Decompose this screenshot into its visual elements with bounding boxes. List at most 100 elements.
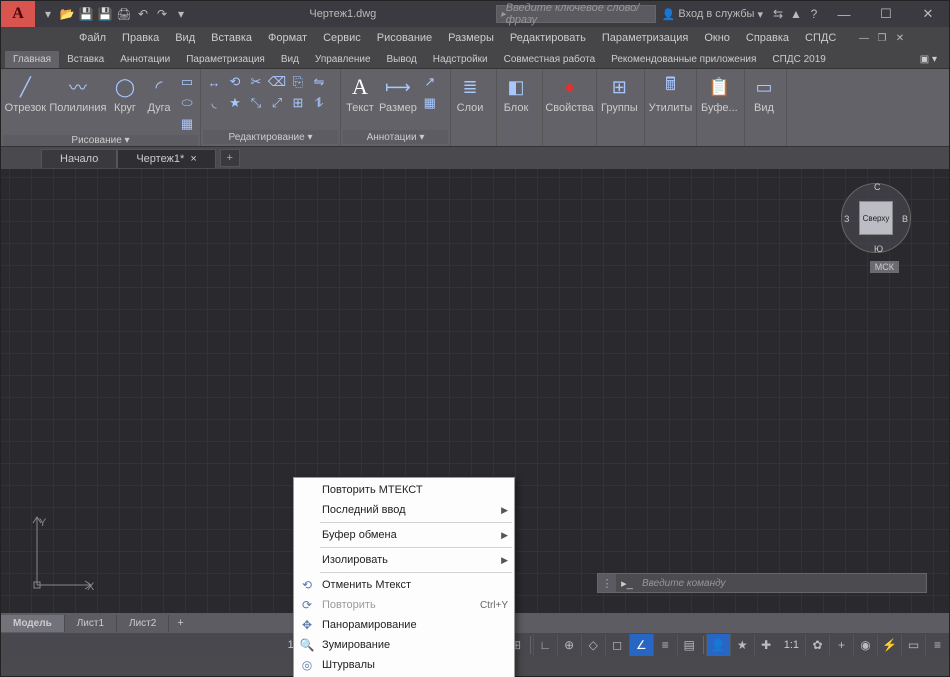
qat-new-icon[interactable]: ▾ xyxy=(39,5,57,23)
menu-tools[interactable]: Сервис xyxy=(315,29,369,47)
doc-tab-drawing1[interactable]: Чертеж1*× xyxy=(117,149,215,168)
tab-annotate[interactable]: Аннотации xyxy=(112,51,178,68)
menu-dimension[interactable]: Размеры xyxy=(440,29,502,47)
tab-manage[interactable]: Управление xyxy=(307,51,379,68)
ctx-recent-input[interactable]: Последний ввод▶ xyxy=(294,500,514,520)
clipboard-button[interactable]: 📋Буфе... xyxy=(700,72,739,115)
viewcube-north[interactable]: С xyxy=(874,182,881,192)
sheet-layout2[interactable]: Лист2 xyxy=(117,615,169,632)
ctx-pan[interactable]: ✥Панорамирование xyxy=(294,615,514,635)
move-icon[interactable]: ↔ xyxy=(204,72,224,92)
menu-window[interactable]: Окно xyxy=(696,29,738,47)
viewcube-west[interactable]: З xyxy=(844,214,849,224)
ortho-toggle[interactable]: ∟ xyxy=(533,634,557,656)
isolate-objects-icon[interactable]: ◉ xyxy=(853,634,877,656)
menu-spds[interactable]: СПДС xyxy=(797,29,844,47)
erase-icon[interactable]: ⌫ xyxy=(267,72,287,92)
doc-min-icon[interactable]: — xyxy=(855,29,873,47)
annotation-visibility-icon[interactable]: ★ xyxy=(730,634,754,656)
tab-view[interactable]: Вид xyxy=(273,51,307,68)
app-logo[interactable]: A xyxy=(1,1,35,27)
customize-icon[interactable]: ≡ xyxy=(925,634,949,656)
tab-collaborate[interactable]: Совместная работа xyxy=(496,51,604,68)
osnap-toggle[interactable]: ◻ xyxy=(605,634,629,656)
mirror-icon[interactable]: ⇋ xyxy=(309,72,329,92)
doc-tab-start[interactable]: Начало xyxy=(41,149,117,168)
panel-draw-title[interactable]: Рисование ▾ xyxy=(3,135,198,146)
tab-output[interactable]: Вывод xyxy=(379,51,425,68)
ctx-clipboard[interactable]: Буфер обмена▶ xyxy=(294,525,514,545)
doc-close-icon[interactable]: ✕ xyxy=(891,29,909,47)
annotation-scale-icon[interactable]: 👤 xyxy=(706,634,730,656)
close-button[interactable]: ✕ xyxy=(907,1,949,27)
menu-view[interactable]: Вид xyxy=(167,29,203,47)
sheet-model[interactable]: Модель xyxy=(1,615,65,632)
hatch-icon[interactable]: ▦ xyxy=(177,114,197,134)
rect-icon[interactable]: ▭ xyxy=(177,72,197,92)
trim-icon[interactable]: ✂ xyxy=(246,72,266,92)
panel-annot-title[interactable]: Аннотации ▾ xyxy=(343,130,448,144)
viewcube-top[interactable]: Сверху xyxy=(859,201,893,235)
menu-format[interactable]: Формат xyxy=(260,29,315,47)
close-icon[interactable]: × xyxy=(190,153,196,165)
tab-insert[interactable]: Вставка xyxy=(59,51,112,68)
exchange-icon[interactable]: ⇆ xyxy=(769,5,787,23)
properties-button[interactable]: ●Свойства xyxy=(546,72,593,115)
transparency-toggle[interactable]: ▤ xyxy=(677,634,701,656)
annotation-monitor-icon[interactable]: + xyxy=(829,634,853,656)
qat-open-icon[interactable]: 📂 xyxy=(58,5,76,23)
stretch-icon[interactable]: ⤡ xyxy=(246,93,266,113)
wcs-label[interactable]: МСК xyxy=(870,261,899,273)
hardware-accel-icon[interactable]: ⚡ xyxy=(877,634,901,656)
tab-addins[interactable]: Надстройки xyxy=(425,51,496,68)
panel-modify-title[interactable]: Редактирование ▾ xyxy=(203,130,338,144)
menu-insert[interactable]: Вставка xyxy=(203,29,260,47)
lineweight-toggle[interactable]: ≡ xyxy=(653,634,677,656)
polyline-button[interactable]: 〰Полилиния xyxy=(49,72,107,115)
tab-featured[interactable]: Рекомендованные приложения xyxy=(603,51,764,68)
menu-modify[interactable]: Редактировать xyxy=(502,29,594,47)
tab-spds2019[interactable]: СПДС 2019 xyxy=(764,51,833,68)
groups-button[interactable]: ⊞Группы xyxy=(600,72,639,115)
maximize-button[interactable]: ☐ xyxy=(865,1,907,27)
offset-icon[interactable]: ⥮ xyxy=(309,93,329,113)
workspace-switch-icon[interactable]: ✿ xyxy=(805,634,829,656)
viewcube[interactable]: С Ю В З Сверху xyxy=(841,183,911,253)
otrack-toggle[interactable]: ∠ xyxy=(629,634,653,656)
command-line[interactable]: ⋮ ▸_ Введите команду xyxy=(597,573,927,593)
viewcube-south[interactable]: Ю xyxy=(874,244,883,254)
fillet-icon[interactable]: ◟ xyxy=(204,93,224,113)
viewcube-east[interactable]: В xyxy=(902,214,908,224)
rotate-icon[interactable]: ⟲ xyxy=(225,72,245,92)
ctx-zoom[interactable]: 🔍Зумирование xyxy=(294,635,514,655)
line-button[interactable]: ╱Отрезок xyxy=(4,72,47,115)
utilities-button[interactable]: 🖩Утилиты xyxy=(648,72,693,115)
copy-icon[interactable]: ⎘ xyxy=(288,72,308,92)
scale-label[interactable]: 1:1 xyxy=(778,639,805,651)
menu-parametric[interactable]: Параметризация xyxy=(594,29,696,47)
annotation-autoscale-icon[interactable]: ✚ xyxy=(754,634,778,656)
qat-plot-icon[interactable]: 🖨 xyxy=(115,5,133,23)
explode-icon[interactable]: ★ xyxy=(225,93,245,113)
layers-button[interactable]: ≣Слои xyxy=(454,72,486,115)
drag-handle-icon[interactable]: ⋮ xyxy=(598,574,616,592)
block-button[interactable]: ◧Блок xyxy=(500,72,532,115)
circle-button[interactable]: ◯Круг xyxy=(109,72,141,115)
leader-icon[interactable]: ↗ xyxy=(420,72,440,92)
isodraft-toggle[interactable]: ◇ xyxy=(581,634,605,656)
command-input[interactable]: Введите команду xyxy=(638,578,926,589)
clean-screen-icon[interactable]: ▭ xyxy=(901,634,925,656)
drawing-canvas[interactable]: Y X С Ю В З Сверху МСК Повторить МТЕКСТ … xyxy=(1,169,949,613)
ctx-repeat-mtext[interactable]: Повторить МТЕКСТ xyxy=(294,480,514,500)
scale-icon[interactable]: ⤢ xyxy=(267,93,287,113)
ctx-steering-wheels[interactable]: ◎Штурвалы xyxy=(294,655,514,675)
login-button[interactable]: 👤 Вход в службы ▾ xyxy=(656,8,769,21)
table-icon[interactable]: ▦ xyxy=(420,93,440,113)
tab-parametric[interactable]: Параметризация xyxy=(178,51,273,68)
chevron-down-icon[interactable]: ▾ xyxy=(172,5,190,23)
arc-button[interactable]: ◜Дуга xyxy=(143,72,175,115)
add-layout-button[interactable]: + xyxy=(169,614,191,632)
qat-save-icon[interactable]: 💾 xyxy=(77,5,95,23)
ribbon-collapse-icon[interactable]: ▣ ▾ xyxy=(912,51,945,68)
array-icon[interactable]: ⊞ xyxy=(288,93,308,113)
